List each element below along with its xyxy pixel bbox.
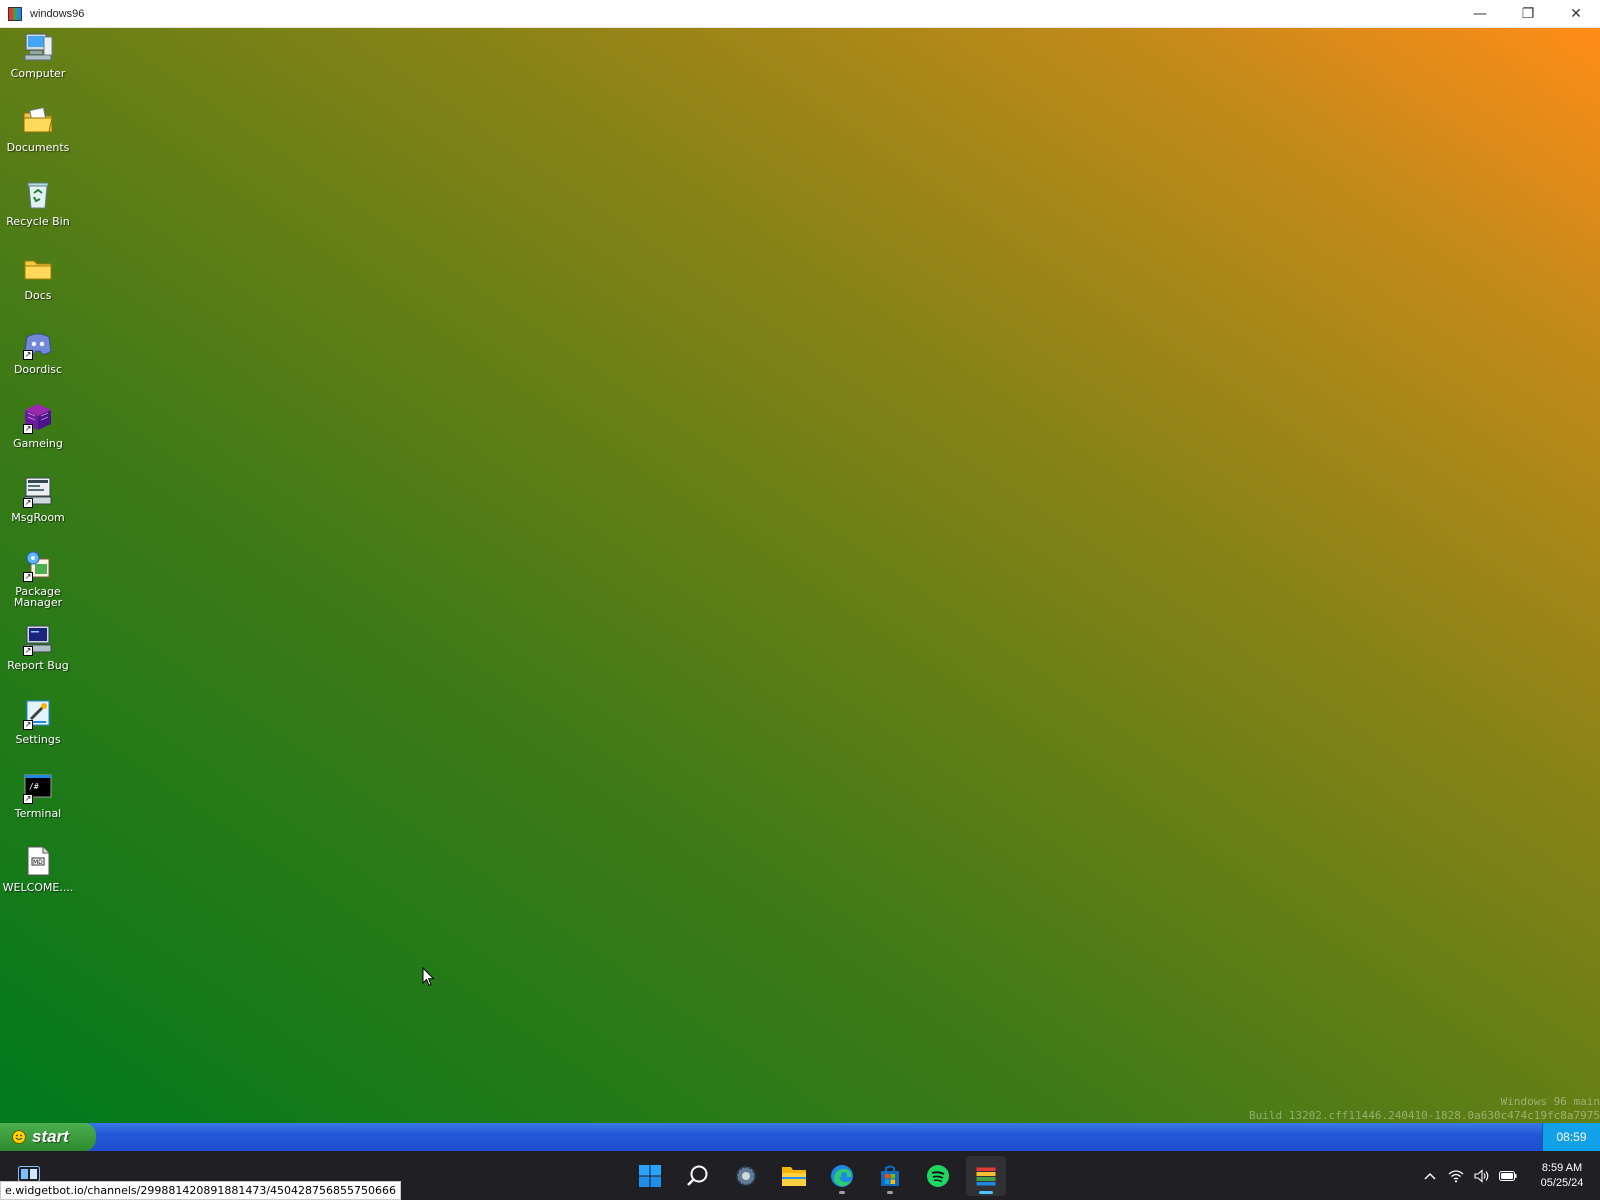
taskbar-store-button[interactable] <box>870 1156 910 1196</box>
taskbar-pinned-apps <box>630 1151 1006 1200</box>
running-indicator <box>887 1190 893 1194</box>
desktop-icon-label: WELCOME.... <box>2 881 74 894</box>
close-button[interactable]: ✕ <box>1552 0 1600 28</box>
spotify-icon <box>926 1164 950 1188</box>
windows96-app-icon <box>975 1165 997 1187</box>
desktop-icon-label: Doordisc <box>13 363 63 376</box>
w96-desktop[interactable]: Computer Documents Recycle Bin Docs ↗ Doordis… <box>0 28 1600 1123</box>
taskbar-file-explorer-button[interactable] <box>774 1156 814 1196</box>
desktop-icon-label: Documents <box>6 141 70 154</box>
desktop-icon-gameing[interactable]: ↗ Gameing <box>4 400 72 449</box>
desktop-icon-package-manager[interactable]: ↗ Package Manager <box>4 548 72 608</box>
system-time: 8:59 AM <box>1541 1161 1583 1174</box>
desktop-icon-welcome[interactable]: MD WELCOME.... <box>2 844 74 894</box>
text-file-icon: MD <box>21 844 55 878</box>
desktop-icon-label: Package Manager <box>13 585 63 609</box>
mouse-cursor-icon <box>422 967 435 987</box>
shortcut-arrow-icon: ↗ <box>23 572 33 582</box>
w96-clock[interactable]: 08:59 <box>1542 1123 1600 1151</box>
status-url-tooltip: e.widgetbot.io/channels/2998814208918814… <box>0 1181 401 1200</box>
settings-gear-icon <box>734 1164 758 1188</box>
discord-icon: ↗ <box>21 326 55 360</box>
taskbar-spotify-button[interactable] <box>918 1156 958 1196</box>
shortcut-arrow-icon: ↗ <box>23 350 33 360</box>
desktop-icon-label: Recycle Bin <box>6 215 70 228</box>
desktop-icon-label: Computer <box>10 67 66 80</box>
desktop-icon-doordisc[interactable]: ↗ Doordisc <box>4 326 72 375</box>
recycle-bin-icon <box>21 178 55 212</box>
folder-icon <box>21 252 55 286</box>
host-window-titlebar: windows96 — ❐ ✕ <box>0 0 1600 28</box>
version-watermark: Windows 96 main Build 13202.cff11446.240… <box>1249 1095 1600 1123</box>
desktop-icon-label: Report Bug <box>7 659 69 672</box>
desktop-icon-recycle-bin[interactable]: Recycle Bin <box>4 178 72 227</box>
desktop-icon-documents[interactable]: Documents <box>4 104 72 153</box>
widgets-icon[interactable] <box>18 1166 40 1182</box>
cube-icon: ↗ <box>21 400 55 434</box>
window-title: windows96 <box>30 7 85 20</box>
shortcut-arrow-icon: ↗ <box>23 720 33 730</box>
wifi-icon[interactable] <box>1444 1164 1468 1188</box>
restore-button[interactable]: ❐ <box>1504 0 1552 28</box>
desktop-icon-msgroom[interactable]: ↗ MsgRoom <box>4 474 72 523</box>
desktop-icon-docs[interactable]: Docs <box>4 252 72 301</box>
desktop-icon-terminal[interactable]: /# ↗ Terminal <box>4 770 72 819</box>
window-controls: — ❐ ✕ <box>1456 0 1600 28</box>
volume-icon[interactable] <box>1470 1164 1494 1188</box>
desktop-icon-settings[interactable]: ↗ Settings <box>4 696 72 745</box>
desktop-icon-report-bug[interactable]: ↗ Report Bug <box>4 622 72 671</box>
watermark-line-1: Windows 96 main <box>1500 1095 1600 1108</box>
desktop-icon-label: Settings <box>15 733 61 746</box>
package-manager-icon: ↗ <box>21 548 55 582</box>
w96-taskbar: start 08:59 <box>0 1123 1600 1151</box>
system-clock[interactable]: 8:59 AM 05/25/24 <box>1530 1161 1594 1191</box>
taskbar-settings-gear-button[interactable] <box>726 1156 766 1196</box>
start-button[interactable]: start <box>0 1123 96 1151</box>
start-label: start <box>32 1127 69 1146</box>
terminal-icon: /# ↗ <box>21 770 55 804</box>
shortcut-arrow-icon: ↗ <box>23 794 33 804</box>
watermark-line-2: Build 13202.cff11446.240410-1828.0a630c4… <box>1249 1109 1600 1122</box>
edge-icon <box>830 1164 854 1188</box>
start-windows-icon <box>638 1164 662 1188</box>
taskbar-windows96-app-button[interactable] <box>966 1155 1006 1196</box>
taskbar-edge-button[interactable] <box>822 1156 862 1196</box>
computer-icon <box>21 30 55 64</box>
windows96-app-icon <box>8 6 22 21</box>
system-tray: 8:59 AM 05/25/24 <box>1418 1151 1600 1200</box>
desktop-icon-computer[interactable]: Computer <box>4 30 72 79</box>
battery-icon[interactable] <box>1496 1164 1520 1188</box>
desktop-icon-label: Docs <box>24 289 52 302</box>
desktop-icon-label: Terminal <box>14 807 62 820</box>
running-indicator <box>839 1190 845 1194</box>
chevron-up-icon[interactable] <box>1418 1164 1442 1188</box>
desktop-icon-label: Gameing <box>13 437 63 450</box>
settings-icon: ↗ <box>21 696 55 730</box>
svg-text:/#: /# <box>29 782 39 791</box>
svg-text:MD: MD <box>33 859 43 866</box>
report-bug-icon: ↗ <box>21 622 55 656</box>
desktop-icon-label: MsgRoom <box>11 511 65 524</box>
running-indicator <box>979 1190 993 1194</box>
shortcut-arrow-icon: ↗ <box>23 424 33 434</box>
shortcut-arrow-icon: ↗ <box>23 498 33 508</box>
file-explorer-icon <box>781 1164 807 1188</box>
system-date: 05/25/24 <box>1540 1176 1584 1189</box>
shortcut-arrow-icon: ↗ <box>23 646 33 656</box>
taskbar-start-windows-button[interactable] <box>630 1156 670 1196</box>
taskbar-search-button[interactable] <box>678 1156 718 1196</box>
msgroom-icon: ↗ <box>21 474 55 508</box>
minimize-button[interactable]: — <box>1456 0 1504 28</box>
smiley-icon <box>12 1130 26 1144</box>
documents-folder-icon <box>21 104 55 138</box>
store-icon <box>878 1164 902 1188</box>
search-icon <box>686 1164 710 1188</box>
